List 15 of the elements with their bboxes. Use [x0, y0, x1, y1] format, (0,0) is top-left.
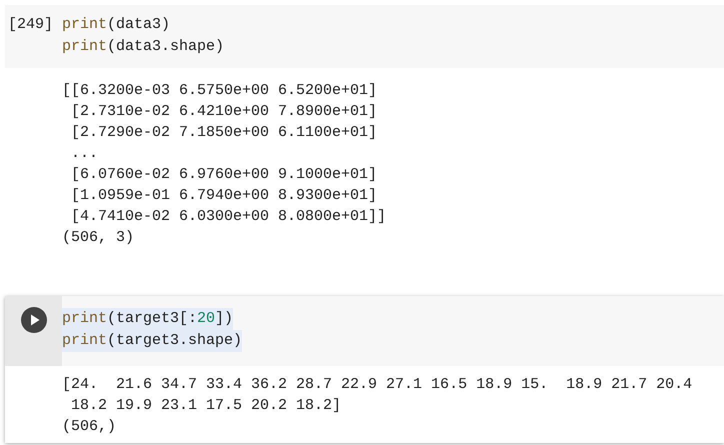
- output-line: [24. 21.6 34.7 33.4 36.2 28.7 22.9 27.1 16.5 18.9 15. 18.9 21.7 20.4: [62, 375, 692, 395]
- run-button[interactable]: [20, 307, 46, 333]
- code-line[interactable]: print(data3.shape): [62, 36, 224, 58]
- output-line: [1.0959e-01 6.7940e+00 8.9300e+01]: [70, 186, 378, 206]
- output-line: [4.7410e-02 6.0300e+00 8.0800e+01]]: [70, 207, 386, 227]
- output-line: [[6.3200e-03 6.5750e+00 6.5200e+01]: [62, 81, 378, 101]
- output-line: [6.0760e-02 6.9760e+00 9.1000e+01]: [70, 165, 378, 185]
- output-line: [2.7290e-02 7.1850e+00 6.1100e+01]: [70, 123, 378, 143]
- code-line[interactable]: print(data3): [62, 14, 170, 36]
- output-line: 18.2 19.9 23.1 17.5 20.2 18.2]: [70, 396, 342, 416]
- output-line: (506,): [62, 417, 116, 437]
- output-line: ...: [70, 144, 98, 164]
- output-line: [2.7310e-02 6.4210e+00 7.8900e+01]: [70, 102, 378, 122]
- execution-count: [249]: [8, 15, 54, 35]
- output-line: (506, 3): [62, 228, 134, 248]
